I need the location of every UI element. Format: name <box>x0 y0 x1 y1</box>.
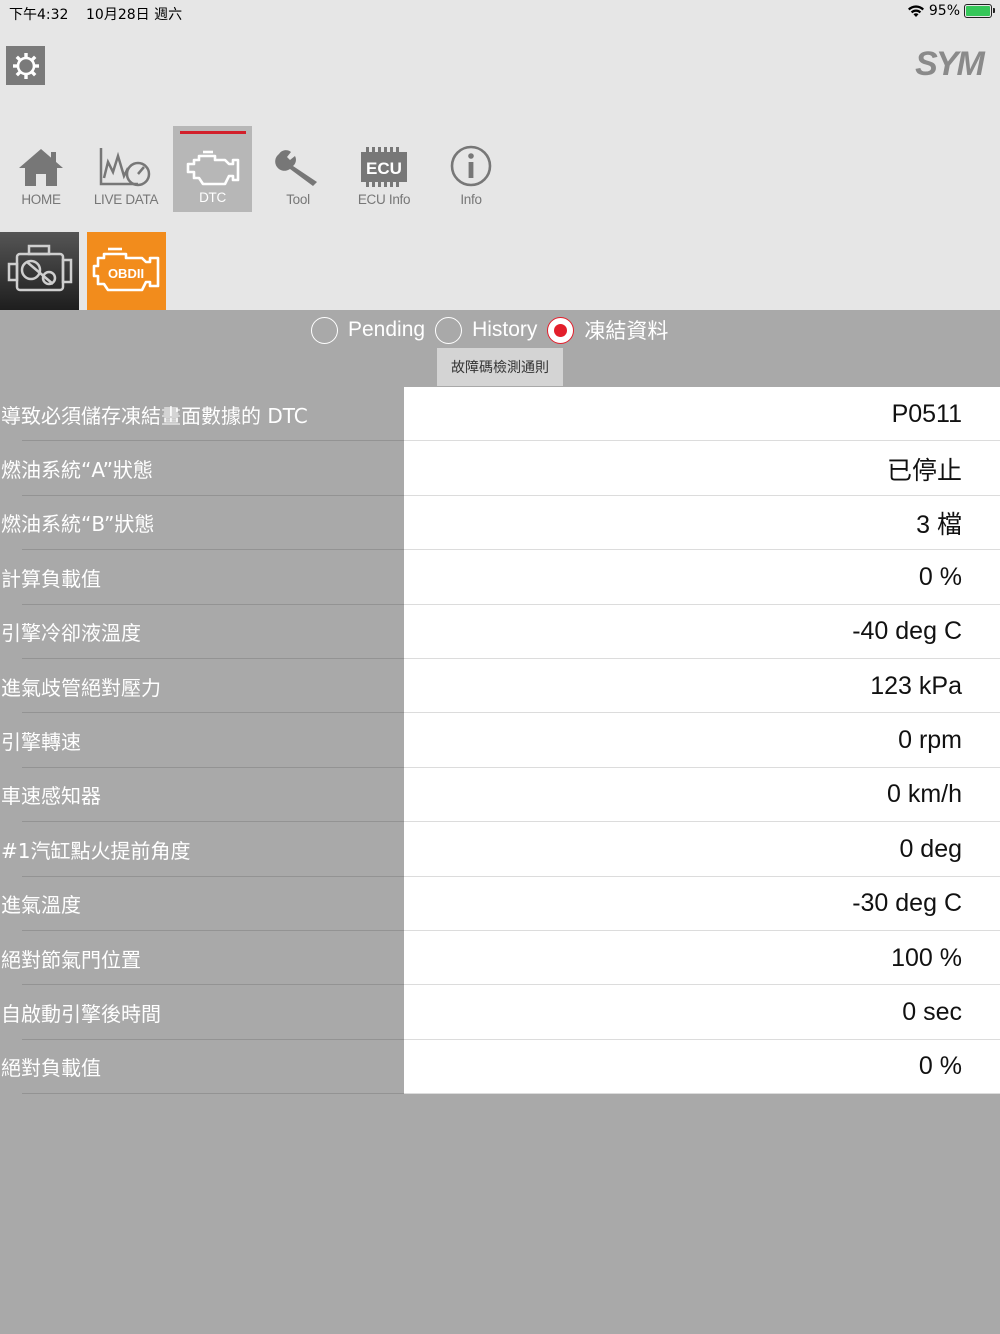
table-row: 絕對節氣門位置 100 % <box>0 930 1000 986</box>
gear-icon <box>12 52 39 79</box>
row-label: 計算負載值 <box>1 566 101 591</box>
ecu-chip-icon: ECU <box>361 147 407 187</box>
tab-dtc[interactable]: DTC <box>173 126 252 212</box>
tab-info[interactable]: Info <box>431 126 511 212</box>
info-icon <box>450 145 492 187</box>
table-row: 絕對負載值 0 % <box>0 1039 1000 1095</box>
row-value: 0 % <box>404 1039 1000 1095</box>
obdii-label: OBDII <box>107 266 143 281</box>
row-value: 100 % <box>404 930 1000 986</box>
status-date: 10月28日 週六 <box>86 7 183 23</box>
table-row: 進氣歧管絕對壓力 123 kPa <box>0 658 1000 714</box>
row-value: 3 檔 <box>404 495 1000 551</box>
battery-icon <box>964 4 995 18</box>
row-value: P0511 <box>404 387 1000 442</box>
tab-home[interactable]: HOME <box>1 126 81 212</box>
tab-ecu-info[interactable]: ECU ECU Info <box>344 126 424 212</box>
table-row: 燃油系統“A”狀態 已停止 <box>0 441 1000 496</box>
status-time: 下午4:32 <box>9 7 69 23</box>
table-row: #1汽缸點火提前角度 0 deg <box>0 822 1000 877</box>
tab-tool-label: Tool <box>286 192 310 207</box>
sym-logo-text: SYM <box>915 45 985 83</box>
row-label: 引擎冷卻液溫度 <box>1 621 141 646</box>
table-row: 燃油系統“B”狀態 3 檔 <box>0 495 1000 551</box>
tab-home-label: HOME <box>21 192 61 207</box>
row-value: 0 sec <box>404 985 1000 1040</box>
row-label: 燃油系統“A”狀態 <box>1 458 153 483</box>
row-label: 絕對負載值 <box>1 1056 101 1081</box>
engine-icon <box>186 150 239 186</box>
radio-freeze-frame-circle[interactable] <box>547 316 575 344</box>
status-bar: 下午4:32 10月28日 週六 95% <box>0 0 1000 26</box>
table-row: 自啟動引擎後時間 0 sec <box>0 985 1000 1040</box>
table-row: 車速感知器 0 km/h <box>0 767 1000 823</box>
status-right: 95% <box>907 3 995 19</box>
table-row: 導致必須儲存凍結畫面數據的 DTC P0511 <box>0 387 1000 442</box>
row-label: 進氣歧管絕對壓力 <box>1 675 161 700</box>
row-label: 導致必須儲存凍結畫面數據的 DTC <box>1 403 308 428</box>
row-value: 0 % <box>404 550 1000 605</box>
freeze-frame-table: 導致必須儲存凍結畫面數據的 DTC P0511 燃油系統“A”狀態 已停止 燃油系統“B… <box>0 387 1000 1095</box>
svg-text:ECU: ECU <box>366 159 402 178</box>
row-value: 0 rpm <box>404 713 1000 768</box>
radio-history-circle[interactable] <box>435 316 463 344</box>
radio-pending-circle[interactable] <box>311 316 338 344</box>
subtab-obdii[interactable]: OBDII <box>87 232 166 310</box>
row-label: 引擎轉速 <box>1 730 81 755</box>
table-row: 引擎冷卻液溫度 -40 deg C <box>0 604 1000 659</box>
radio-history-label: History <box>472 318 538 341</box>
table-row: 引擎轉速 0 rpm <box>0 713 1000 768</box>
wifi-icon <box>907 5 924 17</box>
row-label: 燃油系統“B”狀態 <box>1 512 155 537</box>
dtc-rules-button[interactable]: 故障碼檢測通則 <box>437 348 563 386</box>
table-row: 進氣溫度 -30 deg C <box>0 876 1000 931</box>
radio-freeze-frame[interactable]: 凍結資料 <box>547 315 668 345</box>
table-row: 計算負載值 0 % <box>0 550 1000 605</box>
row-label: 絕對節氣門位置 <box>1 947 141 972</box>
tab-tool[interactable]: Tool <box>258 126 338 212</box>
tab-ecu-info-label: ECU Info <box>357 192 411 207</box>
radio-freeze-frame-label: 凍結資料 <box>584 319 669 343</box>
row-value: 0 deg <box>404 822 1000 877</box>
freeze-frame-mode-selector: Pending History 凍結資料 <box>311 314 678 346</box>
sym-logo: SYM <box>915 45 987 83</box>
tab-dtc-label: DTC <box>199 190 226 205</box>
home-icon <box>19 149 63 186</box>
subtab-engine[interactable] <box>0 232 79 310</box>
settings-button[interactable] <box>6 46 45 85</box>
tab-live-data[interactable]: LIVE DATA <box>86 126 166 212</box>
tab-live-data-label: LIVE DATA <box>93 192 159 207</box>
radio-pending[interactable]: Pending <box>311 316 426 344</box>
active-tab-indicator <box>180 131 246 134</box>
row-label: 進氣溫度 <box>1 893 81 918</box>
radio-history[interactable]: History <box>435 316 538 344</box>
row-value: -40 deg C <box>404 604 1000 659</box>
row-divider <box>404 1093 1000 1095</box>
row-value: -30 deg C <box>404 876 1000 931</box>
live-data-icon <box>99 148 151 187</box>
radio-pending-label: Pending <box>348 318 426 341</box>
row-label: 車速感知器 <box>1 784 101 809</box>
obdii-engine-icon: OBDII <box>92 247 159 292</box>
row-value: 已停止 <box>404 441 1000 496</box>
engine-diagnostic-icon <box>7 244 72 292</box>
row-value: 0 km/h <box>404 767 1000 823</box>
row-label: #1汽缸點火提前角度 <box>1 838 191 863</box>
row-divider <box>22 1093 404 1095</box>
tab-info-label: Info <box>460 192 482 207</box>
wrench-icon <box>275 150 317 186</box>
battery-percent: 95% <box>928 3 960 19</box>
row-label: 自啟動引擎後時間 <box>1 1001 161 1026</box>
row-value: 123 kPa <box>404 658 1000 714</box>
app-header: SYM HOME LIVE DATA DTC Tool ECU ECU Info… <box>0 26 1000 310</box>
